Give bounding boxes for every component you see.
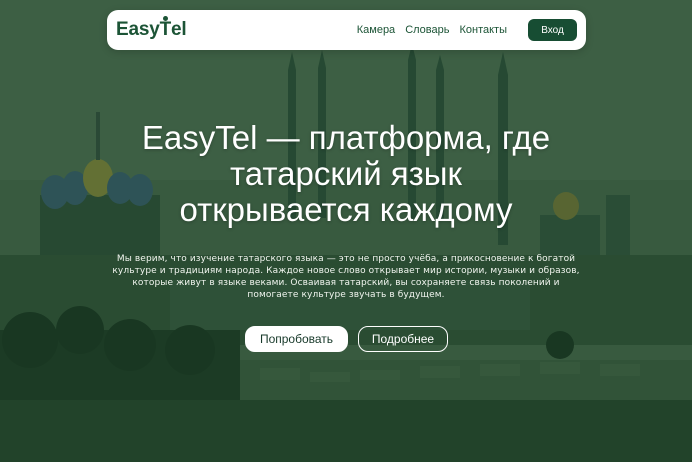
top-navbar: Easy T el Камера Словарь Контакты Вход bbox=[107, 10, 586, 50]
learn-more-button[interactable]: Подробнее bbox=[358, 326, 448, 352]
easytel-logo[interactable]: Easy T el bbox=[116, 16, 187, 41]
hero-title-line-1: EasyTel — платформа, где bbox=[141, 119, 551, 156]
logo-t-glyph: T bbox=[159, 16, 172, 41]
logo-text-t: T bbox=[159, 19, 172, 40]
logo-text-el: el bbox=[170, 19, 187, 40]
nav-link-contacts[interactable]: Контакты bbox=[459, 24, 507, 36]
login-button[interactable]: Вход bbox=[528, 19, 577, 41]
hero-actions: Попробовать Подробнее bbox=[245, 326, 448, 352]
hero-section: Easy T el Камера Словарь Контакты Вход E… bbox=[0, 0, 692, 462]
nav-link-dictionary[interactable]: Словарь bbox=[405, 24, 449, 36]
hero-title-line-2: татарский язык bbox=[230, 155, 462, 192]
nav-links: Камера Словарь Контакты bbox=[347, 24, 507, 36]
green-overlay bbox=[0, 0, 692, 462]
hero-description: Мы верим, что изучение татарского языка … bbox=[104, 253, 588, 301]
hero-description-line-1: Мы верим, что изучение татарского языка … bbox=[116, 254, 576, 264]
hero-description-line-4: помогаете культуре звучать в будущем. bbox=[247, 290, 445, 300]
logo-text-easy: Easy bbox=[116, 19, 160, 40]
hero-title-line-3: открывается каждому bbox=[179, 191, 513, 228]
nav-link-camera[interactable]: Камера bbox=[357, 24, 395, 36]
hero-description-line-2: культуре и традициям народа. Каждое ново… bbox=[112, 266, 580, 276]
hero-description-line-3: которые живут в языке веками. Осваивая т… bbox=[132, 278, 560, 288]
hero-title: EasyTel — платформа, где татарский язык … bbox=[0, 120, 692, 228]
try-button[interactable]: Попробовать bbox=[245, 326, 348, 352]
logo-dot-icon bbox=[162, 16, 168, 21]
